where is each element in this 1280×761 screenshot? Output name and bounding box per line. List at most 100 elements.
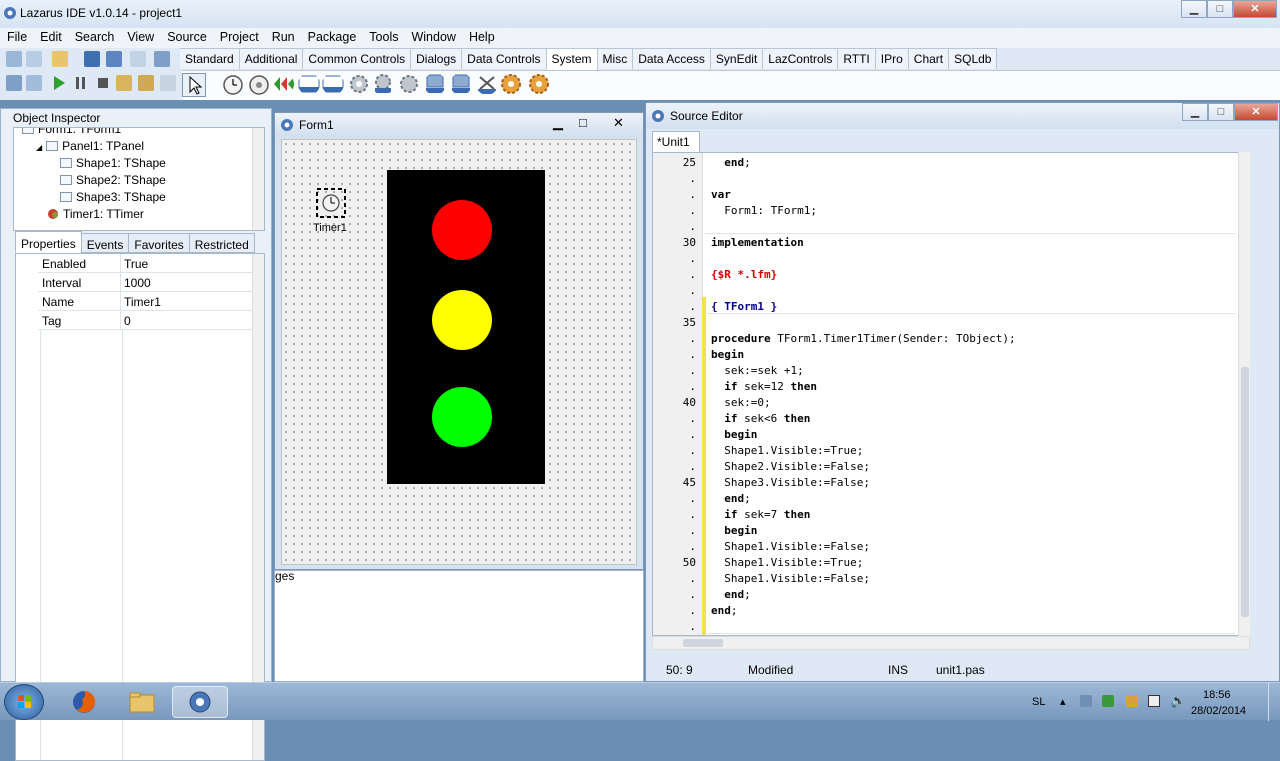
maximize-button[interactable]: □ — [1207, 0, 1233, 18]
code-line[interactable]: Form1: TForm1; — [711, 204, 817, 217]
code-line[interactable]: Shape1.Visible:=False; — [711, 572, 870, 585]
source-editor-title-bar[interactable]: Source Editor ▁ □ ✕ — [646, 103, 1279, 129]
html-help-icon[interactable] — [298, 73, 320, 95]
tab-properties[interactable]: Properties — [15, 231, 82, 253]
tray-signal-icon[interactable] — [1148, 695, 1160, 707]
clock-time[interactable]: 18:56 — [1203, 689, 1231, 701]
new-unit-icon[interactable] — [6, 51, 22, 67]
tab-data-access[interactable]: Data Access — [633, 48, 711, 69]
editor-close-button[interactable]: ✕ — [1234, 103, 1278, 121]
process-utf8-icon[interactable] — [372, 73, 394, 95]
open-icon[interactable] — [52, 51, 68, 67]
tray-security-icon[interactable] — [1126, 695, 1138, 707]
step-into-icon[interactable] — [116, 75, 132, 91]
code-editor[interactable]: 25.... 30.... 35.... 40.... 45.... 50.... end… — [652, 152, 1250, 636]
simple-ipc-client-icon[interactable] — [450, 73, 472, 95]
property-value[interactable]: 0 — [124, 314, 131, 328]
form1-title-bar[interactable]: Form1 ▁ □ ✕ — [275, 113, 643, 137]
code-line[interactable]: if sek<6 then — [711, 412, 810, 425]
editor-vertical-scrollbar[interactable] — [1238, 152, 1250, 636]
new-form-icon[interactable] — [26, 51, 42, 67]
toggle-icon[interactable] — [26, 75, 42, 91]
tab-additional[interactable]: Additional — [239, 48, 304, 69]
tab-sqldb[interactable]: SQLdb — [949, 48, 998, 69]
menu-package[interactable]: Package — [301, 28, 363, 48]
tree-item-panel1[interactable]: ◢ Panel1: TPanel — [36, 139, 144, 153]
property-row-enabled[interactable]: Enabled True — [38, 254, 262, 273]
run-to-cursor-icon[interactable] — [160, 75, 176, 91]
stop-icon[interactable] — [96, 75, 110, 91]
form1-minimize-button[interactable]: ▁ — [553, 115, 563, 131]
menu-file[interactable]: File — [0, 28, 33, 48]
run-icon[interactable] — [52, 75, 66, 91]
tab-standard[interactable]: Standard — [180, 48, 240, 69]
idle-timer-icon[interactable] — [248, 73, 270, 95]
menu-search[interactable]: Search — [68, 28, 121, 48]
code-line[interactable]: if sek=12 then — [711, 380, 817, 393]
tree-scrollbar[interactable] — [252, 128, 264, 230]
tray-network-icon[interactable] — [1102, 695, 1114, 707]
tab-rtti[interactable]: RTTI — [838, 48, 876, 69]
editor-minimize-button[interactable]: ▁ — [1182, 103, 1208, 121]
code-line[interactable]: { TForm1 } — [711, 300, 777, 313]
toggle-form-icon[interactable] — [130, 51, 146, 67]
panel1[interactable] — [387, 170, 545, 484]
event-log-icon[interactable] — [500, 73, 522, 95]
simple-ipc-server-icon[interactable] — [424, 73, 446, 95]
service-manager-icon[interactable] — [528, 73, 550, 95]
code-line[interactable]: Shape3.Visible:=False; — [711, 476, 870, 489]
ide-title-bar[interactable]: Lazarus IDE v1.0.14 - project1 ▁ □ ✕ — [0, 0, 1280, 28]
code-line[interactable]: begin — [711, 348, 744, 361]
show-desktop-button[interactable] — [1268, 683, 1280, 721]
tab-system[interactable]: System — [546, 48, 598, 70]
language-indicator[interactable]: SL — [1032, 696, 1045, 708]
html-browser-icon[interactable] — [322, 73, 344, 95]
menu-tools[interactable]: Tools — [362, 28, 404, 48]
property-row-interval[interactable]: Interval 1000 — [38, 273, 262, 292]
code-line[interactable]: sek:=sek +1; — [711, 364, 803, 377]
tab-chart[interactable]: Chart — [908, 48, 950, 69]
shape3-green-light[interactable] — [432, 387, 492, 447]
tree-item-shape3[interactable]: Shape3: TShape — [60, 190, 166, 204]
scroll-thumb[interactable] — [1241, 367, 1249, 617]
code-line[interactable]: Shape1.Visible:=True; — [711, 556, 863, 569]
tray-app-icon[interactable] — [1080, 695, 1092, 707]
timer1-component[interactable] — [316, 188, 346, 218]
tab-restricted[interactable]: Restricted — [188, 233, 255, 253]
tab-misc[interactable]: Misc — [597, 48, 634, 69]
volume-icon[interactable]: 🔈 — [1170, 693, 1186, 709]
form1-close-button[interactable]: ✕ — [613, 115, 624, 131]
hscroll-thumb[interactable] — [683, 639, 723, 647]
save-icon[interactable] — [84, 51, 100, 67]
async-process-icon[interactable] — [398, 73, 420, 95]
code-line[interactable]: end; — [711, 156, 751, 169]
menu-help[interactable]: Help — [462, 28, 501, 48]
minimize-button[interactable]: ▁ — [1181, 0, 1207, 18]
code-line[interactable]: begin — [711, 524, 757, 537]
tab-lazcontrols[interactable]: LazControls — [763, 48, 839, 69]
start-button[interactable] — [4, 684, 44, 720]
menu-window[interactable]: Window — [404, 28, 461, 48]
code-line[interactable]: Shape1.Visible:=False; — [711, 540, 870, 553]
process-icon[interactable] — [348, 73, 370, 95]
form1-maximize-button[interactable]: □ — [579, 115, 587, 130]
timer-component-icon[interactable] — [222, 73, 244, 95]
view-forms-icon[interactable] — [6, 75, 22, 91]
tree-item-form1[interactable]: Form1: TForm1 — [22, 128, 121, 136]
form1-client-area[interactable]: Timer1 — [281, 139, 637, 565]
code-line[interactable]: var — [711, 188, 731, 201]
selection-pointer-button[interactable] — [182, 73, 206, 97]
tab-common-controls[interactable]: Common Controls — [303, 48, 412, 69]
property-value[interactable]: True — [124, 257, 148, 271]
tab-data-controls[interactable]: Data Controls — [462, 48, 547, 69]
code-line[interactable]: begin — [711, 428, 757, 441]
code-line[interactable]: Shape1.Visible:=True; — [711, 444, 863, 457]
code-line[interactable]: Shape2.Visible:=False; — [711, 460, 870, 473]
pause-icon[interactable] — [74, 75, 88, 91]
expand-arrow-icon[interactable]: ◢ — [36, 143, 42, 152]
save-all-icon[interactable] — [106, 51, 122, 67]
view-units-icon[interactable] — [154, 51, 170, 67]
code-line[interactable]: end; — [711, 604, 738, 617]
step-over-icon[interactable] — [138, 75, 154, 91]
code-line[interactable]: {$R *.lfm} — [711, 268, 777, 281]
